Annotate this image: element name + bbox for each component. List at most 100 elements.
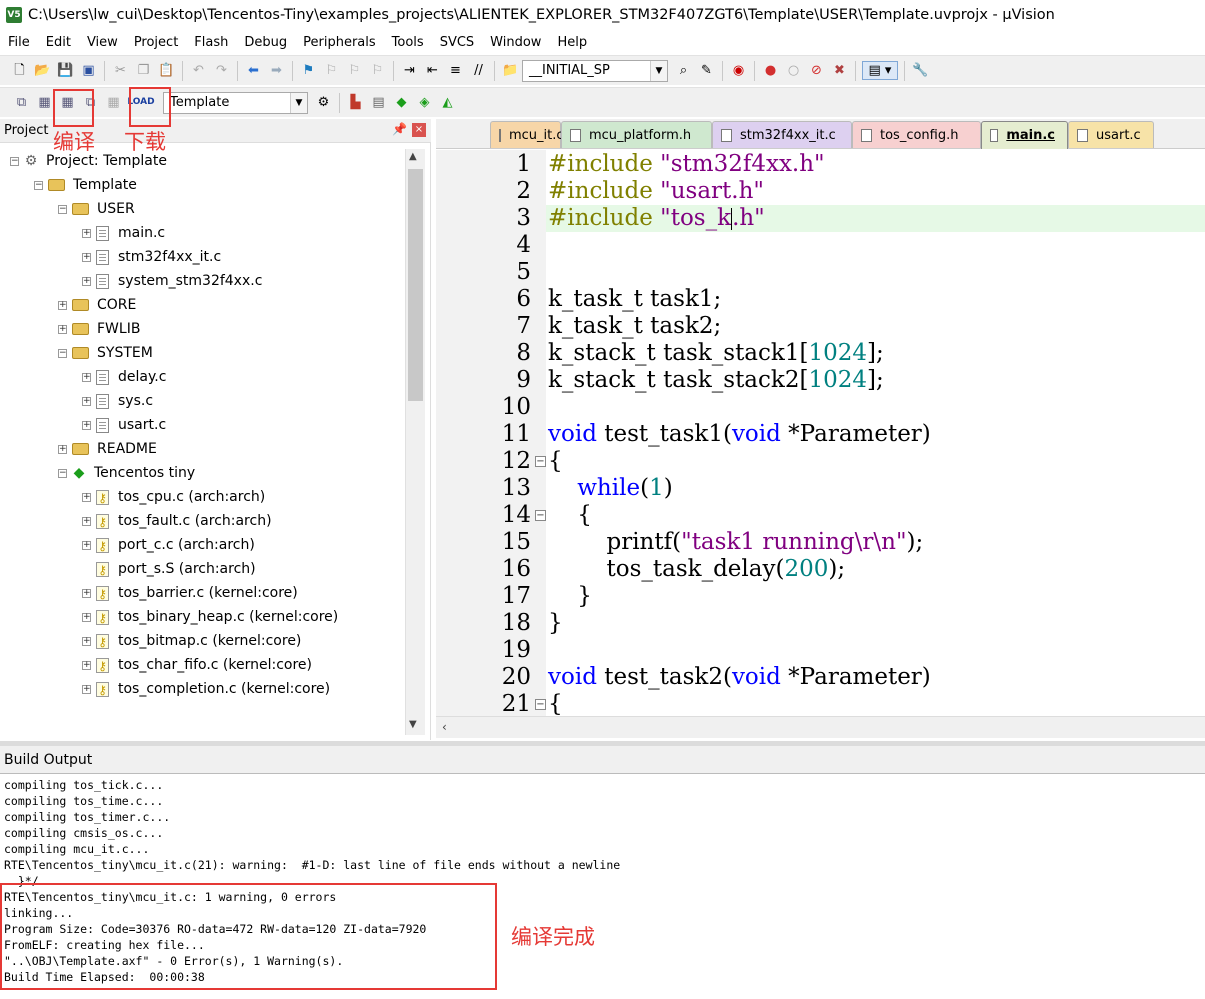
uncomment-icon[interactable]: // xyxy=(469,61,488,80)
bookmark-icon[interactable]: ⚑ xyxy=(299,61,318,80)
pack-installer-icon[interactable]: ◭ xyxy=(438,93,457,112)
expand-icon[interactable]: + xyxy=(82,684,91,694)
menu-item-tools[interactable]: Tools xyxy=(384,35,432,50)
copy-icon[interactable]: ❐ xyxy=(134,61,153,80)
expand-icon[interactable]: + xyxy=(82,396,91,406)
editor-tab[interactable]: mcu_platform.h xyxy=(561,121,712,148)
expand-icon[interactable]: + xyxy=(58,324,67,334)
tree-item[interactable]: + ⚷ tos_fault.c (arch:arch) xyxy=(82,509,272,533)
editor-tab[interactable]: tos_config.h xyxy=(852,121,981,148)
menu-item-edit[interactable]: Edit xyxy=(38,35,79,50)
tree-item[interactable]: − ◆ Tencentos tiny xyxy=(58,461,195,485)
save-icon[interactable]: 💾 xyxy=(56,61,75,80)
disable-breakpoints-icon[interactable]: ⊘ xyxy=(807,61,826,80)
manage-project-items-icon[interactable]: ▤ xyxy=(369,93,388,112)
menu-item-project[interactable]: Project xyxy=(126,35,186,50)
expand-icon[interactable]: + xyxy=(82,252,91,262)
collapse-icon[interactable]: − xyxy=(58,468,67,478)
tree-scrollbar[interactable]: ▲ ▼ xyxy=(405,149,425,735)
expand-icon[interactable]: + xyxy=(82,612,91,622)
menu-item-flash[interactable]: Flash xyxy=(186,35,236,50)
expand-icon[interactable]: + xyxy=(82,276,91,286)
expand-icon[interactable]: + xyxy=(82,588,91,598)
stop-build-icon[interactable]: ▦ xyxy=(104,93,123,112)
close-icon[interactable]: × xyxy=(412,123,426,137)
find-combo[interactable]: __INITIAL_SP ▼ xyxy=(522,59,668,82)
prev-bookmark-icon[interactable]: ⚐ xyxy=(322,61,341,80)
expand-icon[interactable]: + xyxy=(82,372,91,382)
tree-item[interactable]: + stm32f4xx_it.c xyxy=(82,245,221,269)
scroll-up-icon[interactable]: ▲ xyxy=(409,151,417,162)
undo-icon[interactable]: ↶ xyxy=(189,61,208,80)
menu-item-svcs[interactable]: SVCS xyxy=(432,35,482,50)
tree-item[interactable]: + main.c xyxy=(82,221,165,245)
navigate-forward-icon[interactable]: ➡ xyxy=(267,61,286,80)
tree-item[interactable]: + ⚷ tos_barrier.c (kernel:core) xyxy=(82,581,298,605)
editor-tab[interactable]: main.c xyxy=(981,121,1068,149)
start-debug-icon[interactable]: ◉ xyxy=(729,61,748,80)
tree-item[interactable]: − SYSTEM xyxy=(58,341,153,365)
fold-collapse-icon[interactable]: − xyxy=(535,510,546,521)
paste-icon[interactable]: 📋 xyxy=(157,61,176,80)
horizontal-scrollbar[interactable]: ‹ xyxy=(436,716,1205,738)
file-extensions-icon[interactable]: ▙ xyxy=(346,93,365,112)
editor-tab[interactable]: mcu_it.c xyxy=(490,121,564,148)
tree-item[interactable]: + usart.c xyxy=(82,413,166,437)
fold-collapse-icon[interactable]: − xyxy=(535,699,546,710)
tree-item[interactable]: + sys.c xyxy=(82,389,153,413)
select-packs-icon[interactable]: ◈ xyxy=(415,93,434,112)
comment-icon[interactable]: ≡ xyxy=(446,61,465,80)
expand-icon[interactable]: + xyxy=(58,300,67,310)
tree-item[interactable]: + ⚷ tos_bitmap.c (kernel:core) xyxy=(82,629,301,653)
pin-icon[interactable]: 📌 xyxy=(392,122,407,136)
find-icon[interactable]: ⌕ xyxy=(674,61,693,80)
enable-breakpoint-icon[interactable]: ○ xyxy=(784,61,803,80)
tree-item[interactable]: ⚷ port_s.S (arch:arch) xyxy=(82,557,256,581)
tree-item[interactable]: + ⚷ port_c.c (arch:arch) xyxy=(82,533,255,557)
open-file-icon[interactable]: 📂 xyxy=(33,61,52,80)
expand-icon[interactable]: + xyxy=(82,660,91,670)
collapse-icon[interactable]: − xyxy=(10,156,19,166)
expand-icon[interactable]: + xyxy=(58,444,67,454)
navigate-back-icon[interactable]: ⬅ xyxy=(244,61,263,80)
editor-tab[interactable]: stm32f4xx_it.c xyxy=(712,121,852,148)
expand-icon[interactable]: + xyxy=(82,636,91,646)
redo-icon[interactable]: ↷ xyxy=(212,61,231,80)
collapse-icon[interactable]: − xyxy=(58,204,67,214)
find-in-files-icon[interactable]: 📁 xyxy=(501,61,520,80)
tree-item[interactable]: − Template xyxy=(34,173,137,197)
new-file-icon[interactable]: 🗋 xyxy=(10,61,29,80)
incremental-find-icon[interactable]: ✎ xyxy=(697,61,716,80)
tree-item[interactable]: + ⚷ tos_cpu.c (arch:arch) xyxy=(82,485,265,509)
menu-item-help[interactable]: Help xyxy=(549,35,595,50)
chevron-down-icon[interactable]: ▼ xyxy=(650,60,667,81)
tree-item[interactable]: + ⚷ tos_completion.c (kernel:core) xyxy=(82,677,330,701)
expand-icon[interactable]: + xyxy=(82,420,91,430)
cut-icon[interactable]: ✂ xyxy=(111,61,130,80)
menu-item-view[interactable]: View xyxy=(79,35,126,50)
next-bookmark-icon[interactable]: ⚐ xyxy=(345,61,364,80)
translate-icon[interactable]: ⧉ xyxy=(12,93,31,112)
clear-bookmarks-icon[interactable]: ⚐ xyxy=(368,61,387,80)
expand-icon[interactable]: + xyxy=(82,228,91,238)
scroll-left-icon[interactable]: ‹ xyxy=(442,720,447,734)
expand-icon[interactable]: + xyxy=(82,540,91,550)
manage-rte-icon[interactable]: ◆ xyxy=(392,93,411,112)
window-layout-icon[interactable]: ▤ ▾ xyxy=(862,61,898,80)
unindent-icon[interactable]: ⇤ xyxy=(423,61,442,80)
indent-icon[interactable]: ⇥ xyxy=(400,61,419,80)
tree-item[interactable]: + delay.c xyxy=(82,365,166,389)
build-icon[interactable]: ▦ xyxy=(35,93,54,112)
tree-item[interactable]: + FWLIB xyxy=(58,317,140,341)
save-all-icon[interactable]: ▣ xyxy=(79,61,98,80)
chevron-down-icon[interactable]: ▼ xyxy=(290,92,307,113)
menu-item-file[interactable]: File xyxy=(0,35,38,50)
scroll-down-icon[interactable]: ▼ xyxy=(409,719,417,730)
kill-breakpoints-icon[interactable]: ✖ xyxy=(830,61,849,80)
tree-item[interactable]: + ⚷ tos_char_fifo.c (kernel:core) xyxy=(82,653,312,677)
collapse-icon[interactable]: − xyxy=(58,348,67,358)
menu-item-peripherals[interactable]: Peripherals xyxy=(295,35,384,50)
menu-item-window[interactable]: Window xyxy=(482,35,549,50)
configure-icon[interactable]: 🔧 xyxy=(911,61,930,80)
expand-icon[interactable]: + xyxy=(82,492,91,502)
